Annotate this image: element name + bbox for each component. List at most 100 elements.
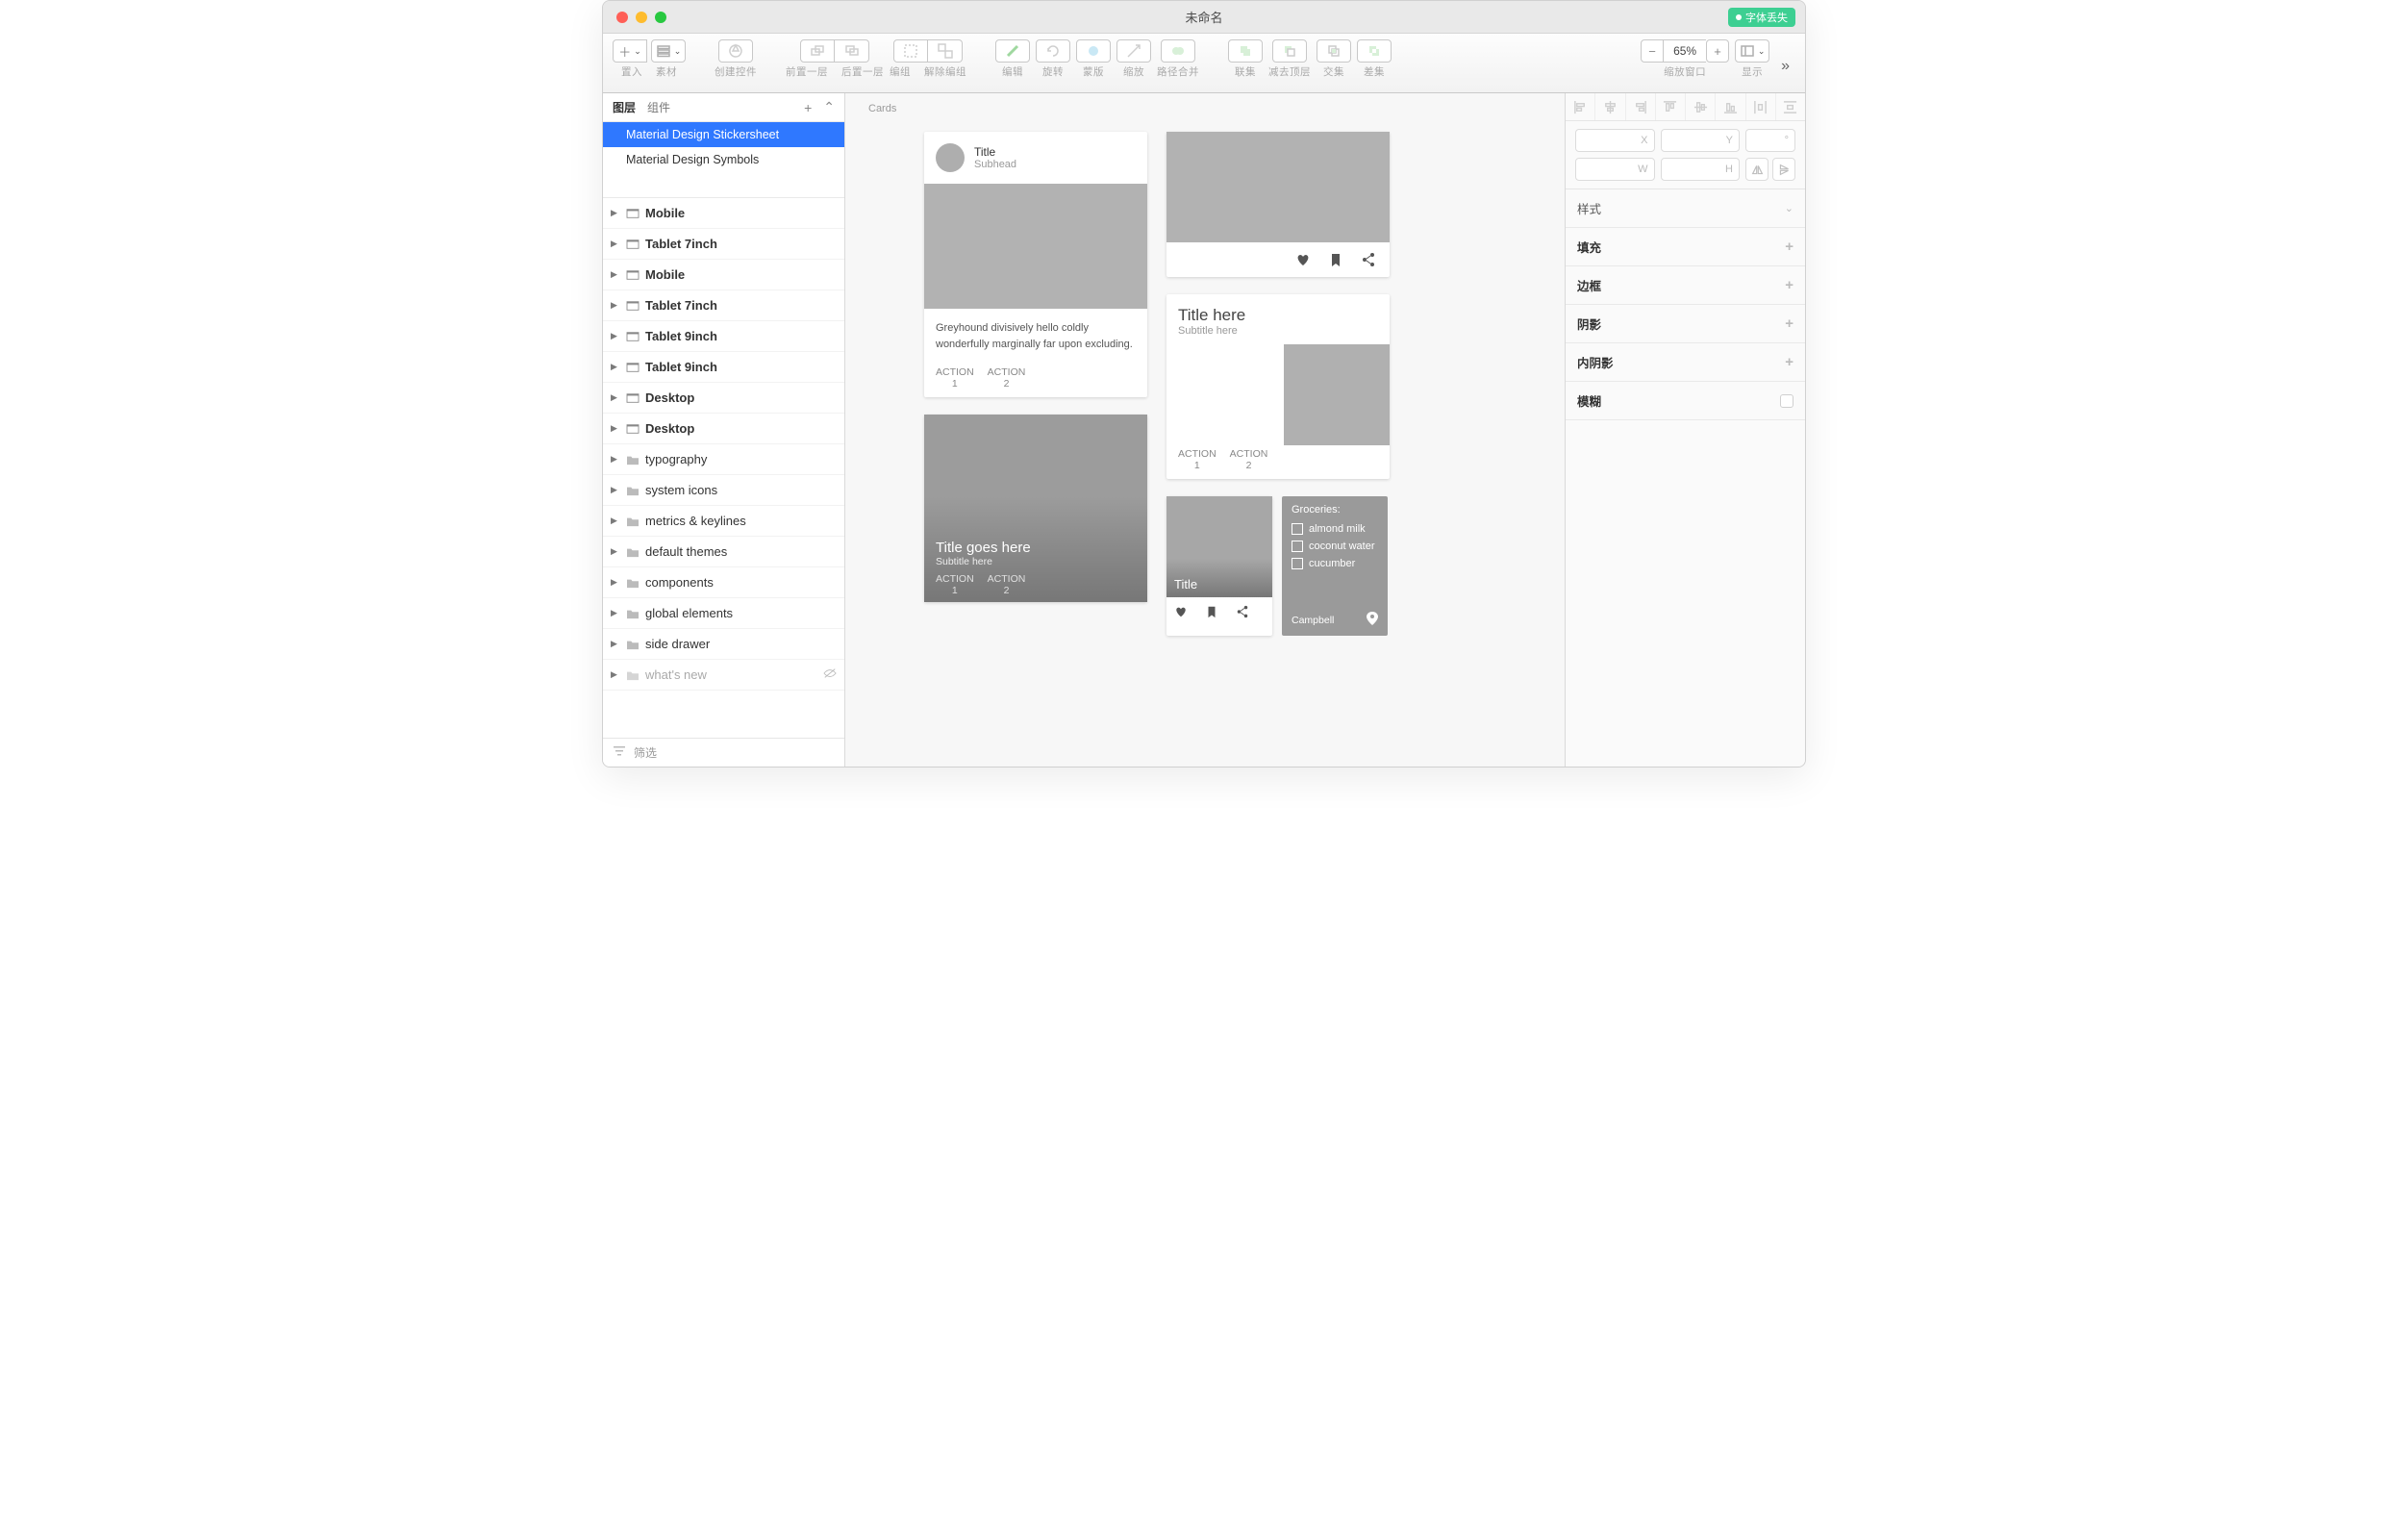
canvas-content: TitleSubhead Greyhound divisively hello … — [924, 132, 1390, 636]
rotate-button[interactable] — [1036, 39, 1070, 63]
folder-icon — [626, 485, 640, 496]
card-body: Greyhound divisively hello coldly wonder… — [924, 309, 1147, 364]
layer-row[interactable]: ▶Desktop — [603, 414, 844, 444]
layer-row[interactable]: ▶Tablet 9inch — [603, 352, 844, 383]
filter-label[interactable]: 筛选 — [634, 744, 657, 761]
align-bottom-button[interactable] — [1716, 93, 1745, 120]
align-left-button[interactable] — [1566, 93, 1595, 120]
artboard-label[interactable]: Cards — [868, 103, 896, 114]
flip-vertical-button[interactable] — [1772, 158, 1795, 181]
missing-fonts-badge[interactable]: 字体丢失 — [1728, 8, 1795, 27]
document-title: 未命名 — [1185, 8, 1222, 26]
folder-icon — [626, 669, 640, 681]
subtract-button[interactable] — [1272, 39, 1307, 63]
page-item[interactable]: Material Design Stickersheet — [603, 122, 844, 147]
layer-row[interactable]: ▶Desktop — [603, 383, 844, 414]
layer-row[interactable]: ▶Mobile — [603, 198, 844, 229]
add-page-button[interactable]: + — [804, 100, 812, 115]
assets-button[interactable]: ⌄ — [651, 39, 686, 63]
union-button[interactable] — [1228, 39, 1263, 63]
layer-list: ▶Mobile ▶Tablet 7inch ▶Mobile ▶Tablet 7i… — [603, 197, 844, 738]
send-backward-button[interactable] — [835, 39, 869, 63]
layer-row[interactable]: ▶global elements — [603, 598, 844, 629]
insert-button[interactable]: ＋⌄ — [613, 39, 647, 63]
layers-panel: 图层 组件 + ⌃ Material Design Stickersheet M… — [603, 93, 845, 767]
layers-tab[interactable]: 图层 — [613, 99, 636, 115]
layer-row[interactable]: ▶Mobile — [603, 260, 844, 290]
align-top-button[interactable] — [1656, 93, 1686, 120]
create-symbol-button[interactable] — [718, 39, 753, 63]
intersect-button[interactable] — [1317, 39, 1351, 63]
flatten-button[interactable] — [1161, 39, 1195, 63]
card-image-actions[interactable] — [1166, 132, 1390, 277]
add-shadow-button[interactable]: + — [1785, 315, 1793, 332]
flip-horizontal-button[interactable] — [1745, 158, 1768, 181]
align-center-h-button[interactable] — [1595, 93, 1625, 120]
align-center-v-button[interactable] — [1686, 93, 1716, 120]
scale-button[interactable] — [1116, 39, 1151, 63]
filter-bar: 筛选 — [603, 738, 844, 767]
width-field[interactable]: W — [1575, 158, 1655, 181]
add-inner-shadow-button[interactable]: + — [1785, 354, 1793, 370]
shadow-section[interactable]: 阴影+ — [1566, 305, 1805, 343]
card-small-image[interactable]: Title — [1166, 496, 1272, 636]
create-symbol-label: 创建控件 — [715, 64, 757, 79]
ungroup-button[interactable] — [928, 39, 963, 63]
zoom-window-button[interactable] — [655, 12, 666, 23]
align-right-button[interactable] — [1626, 93, 1656, 120]
view-options-button[interactable]: ⌄ — [1735, 39, 1769, 63]
layer-row[interactable]: ▶metrics & keylines — [603, 506, 844, 537]
layer-row[interactable]: ▶components — [603, 567, 844, 598]
zoom-value[interactable]: 65% — [1664, 39, 1706, 63]
toolbar: ＋⌄ ⌄ 置入素材 创建控件 前置一层后置一层 编组解除编组 编辑 — [603, 34, 1805, 93]
card-title-media[interactable]: Title hereSubtitle here ACTION1ACTION2 — [1166, 294, 1390, 479]
y-field[interactable]: Y — [1661, 129, 1741, 152]
transform-properties: X Y ° W H — [1566, 121, 1805, 189]
alignment-controls — [1566, 93, 1805, 121]
layer-row[interactable]: ▶Tablet 9inch — [603, 321, 844, 352]
layer-row[interactable]: ▶what's new — [603, 660, 844, 691]
card-checklist[interactable]: Groceries: almond milk coconut water cuc… — [1282, 496, 1388, 636]
close-window-button[interactable] — [616, 12, 628, 23]
zoom-in-button[interactable]: + — [1706, 39, 1729, 63]
layer-row[interactable]: ▶side drawer — [603, 629, 844, 660]
border-section[interactable]: 边框+ — [1566, 266, 1805, 305]
layer-row[interactable]: ▶typography — [603, 444, 844, 475]
heart-icon — [1174, 605, 1188, 618]
layer-row[interactable]: ▶system icons — [603, 475, 844, 506]
window-controls — [616, 12, 666, 23]
blur-toggle[interactable] — [1780, 394, 1793, 408]
card-image-overlay[interactable]: Title goes hereSubtitle here ACTION1ACTI… — [924, 415, 1147, 602]
collapse-pages-button[interactable]: ⌃ — [823, 99, 835, 115]
layer-row[interactable]: ▶Tablet 7inch — [603, 290, 844, 321]
rotation-field[interactable]: ° — [1745, 129, 1795, 152]
assets-label: 素材 — [656, 64, 677, 79]
style-section-header[interactable]: 样式⌄ — [1566, 189, 1805, 228]
distribute-h-button[interactable] — [1746, 93, 1776, 120]
toolbar-overflow-button[interactable]: » — [1775, 54, 1795, 79]
zoom-out-button[interactable]: − — [1641, 39, 1664, 63]
edit-button[interactable] — [995, 39, 1030, 63]
minimize-window-button[interactable] — [636, 12, 647, 23]
difference-button[interactable] — [1357, 39, 1392, 63]
height-field[interactable]: H — [1661, 158, 1741, 181]
components-tab[interactable]: 组件 — [647, 99, 670, 115]
distribute-v-button[interactable] — [1776, 93, 1805, 120]
visibility-off-icon[interactable] — [823, 667, 837, 682]
card-with-header[interactable]: TitleSubhead Greyhound divisively hello … — [924, 132, 1147, 397]
x-field[interactable]: X — [1575, 129, 1655, 152]
layer-row[interactable]: ▶Tablet 7inch — [603, 229, 844, 260]
canvas[interactable]: Cards TitleSubhead Greyhound divisively … — [845, 93, 1565, 767]
artboard-icon — [626, 362, 640, 373]
fill-section[interactable]: 填充+ — [1566, 228, 1805, 266]
mask-button[interactable] — [1076, 39, 1111, 63]
inner-shadow-section[interactable]: 内阴影+ — [1566, 343, 1805, 382]
group-button[interactable] — [893, 39, 928, 63]
artboard-icon — [626, 300, 640, 312]
page-item[interactable]: Material Design Symbols — [603, 147, 844, 172]
layer-row[interactable]: ▶default themes — [603, 537, 844, 567]
bring-forward-button[interactable] — [800, 39, 835, 63]
add-border-button[interactable]: + — [1785, 277, 1793, 293]
blur-section[interactable]: 模糊 — [1566, 382, 1805, 420]
add-fill-button[interactable]: + — [1785, 239, 1793, 255]
